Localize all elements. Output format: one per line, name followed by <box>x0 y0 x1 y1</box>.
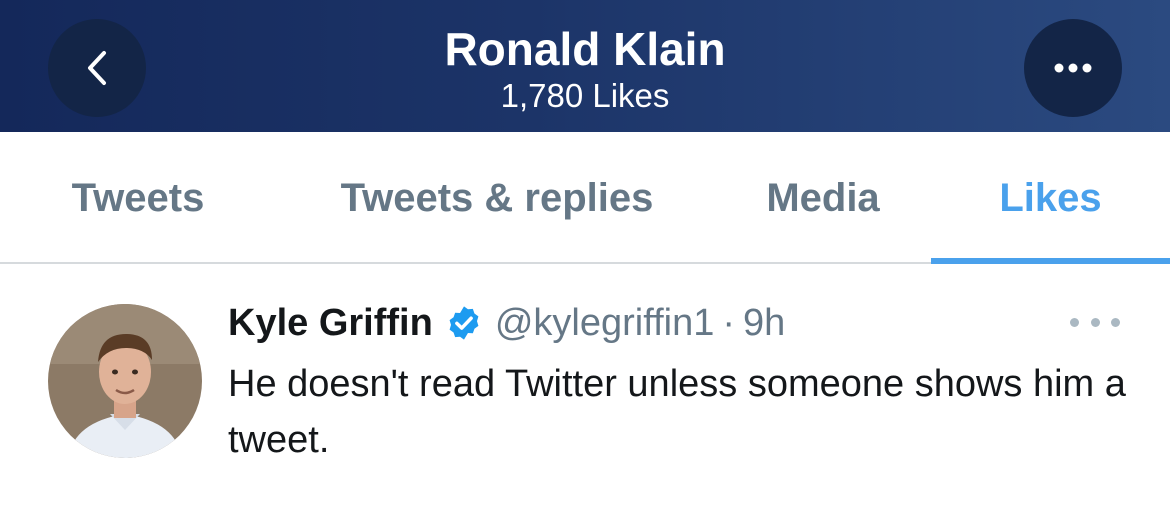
more-horizontal-icon <box>1054 63 1092 73</box>
tab-media[interactable]: Media <box>740 132 906 264</box>
tweet-item[interactable]: Kyle Griffin @kylegriffin1 · 9h He doesn… <box>0 266 1170 511</box>
avatar[interactable] <box>48 304 202 458</box>
profile-name-title: Ronald Klain <box>444 23 726 75</box>
tweet-text: He doesn't read Twitter unless someone s… <box>228 363 1126 461</box>
more-options-button[interactable] <box>1024 19 1122 117</box>
tab-tweets-replies[interactable]: Tweets & replies <box>300 132 694 264</box>
verified-badge-icon <box>445 304 483 342</box>
profile-tabs: Tweets Tweets & replies Media Likes <box>0 132 1170 264</box>
tweet-timestamp[interactable]: 9h <box>743 302 785 345</box>
tab-likes[interactable]: Likes <box>931 132 1170 264</box>
profile-header: Ronald Klain 1,780 Likes <box>0 0 1170 132</box>
tweet-author-name[interactable]: Kyle Griffin <box>228 302 433 345</box>
tab-tweets[interactable]: Tweets <box>40 132 236 264</box>
tweet-separator: · <box>722 301 735 344</box>
likes-count: 1,780 Likes <box>500 77 670 114</box>
tweet-author-handle: @kylegriffin1 <box>494 301 715 344</box>
tweet-header: Kyle Griffin @kylegriffin1 · 9h <box>228 298 785 348</box>
tweet-more-icon[interactable] <box>1070 310 1120 334</box>
active-tab-indicator <box>931 258 1170 264</box>
